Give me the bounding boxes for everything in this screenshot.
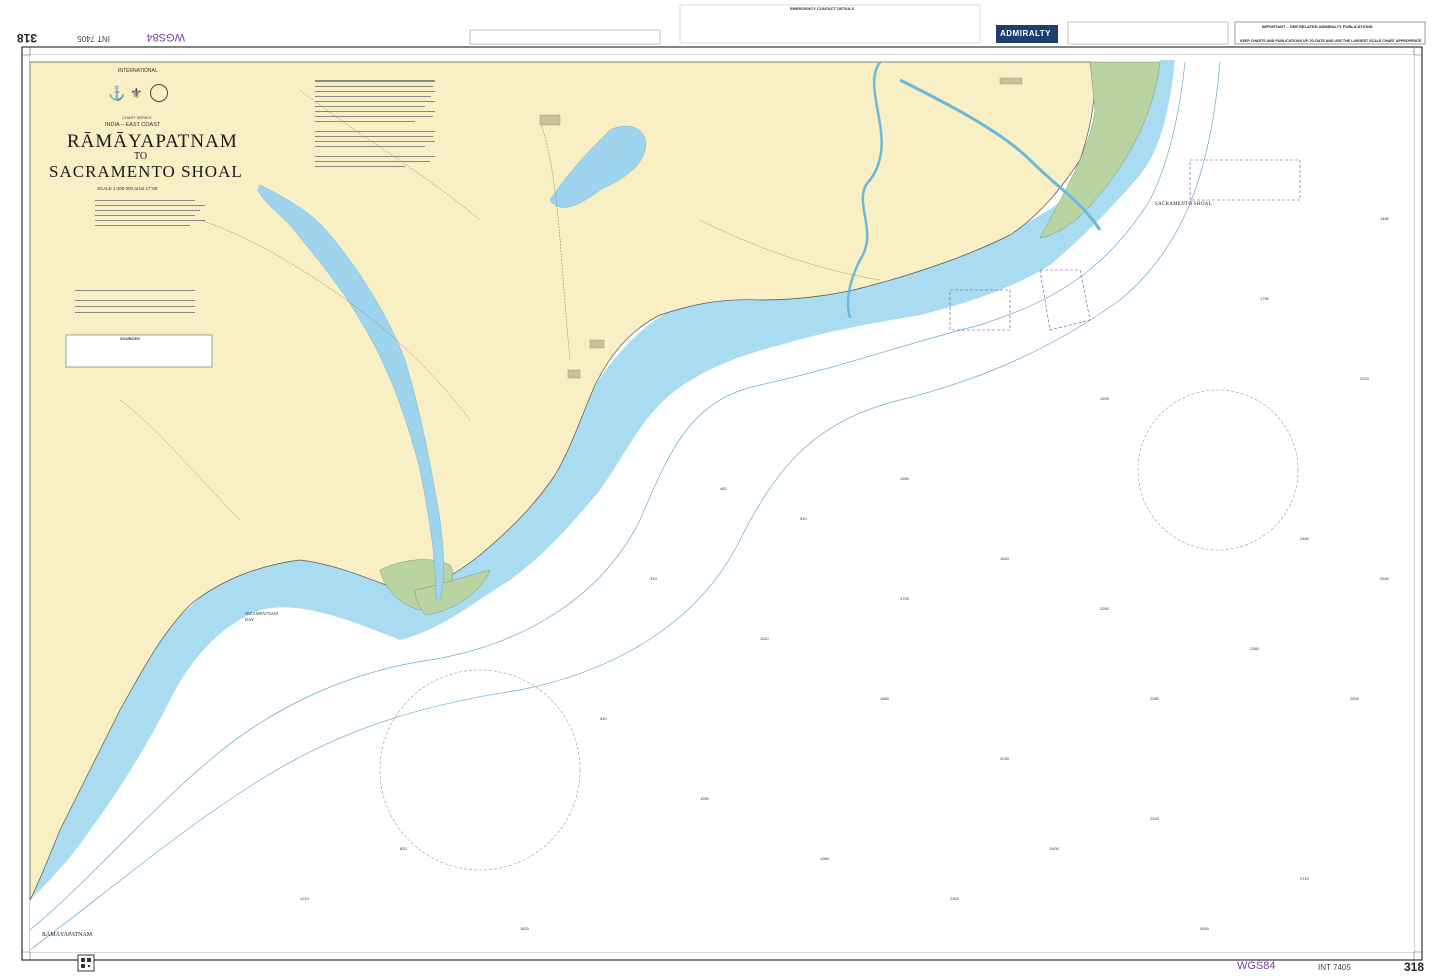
int-number-rotated: INT 7405 xyxy=(77,34,110,43)
svg-text:482: 482 xyxy=(720,486,727,491)
publisher-label: ADMIRALTY xyxy=(1000,29,1052,38)
chart-title-line1: RĀMĀYAPATNAM xyxy=(67,131,238,152)
svg-text:2200: 2200 xyxy=(1360,376,1370,381)
chart-number-rotated: 318 xyxy=(16,31,37,45)
svg-text:1210: 1210 xyxy=(300,896,310,901)
svg-text:2300: 2300 xyxy=(950,896,960,901)
svg-text:2540: 2540 xyxy=(1380,576,1390,581)
svg-text:1260: 1260 xyxy=(900,476,910,481)
datum-rotated: WGS84 xyxy=(146,31,185,43)
svg-text:820: 820 xyxy=(400,846,407,851)
svg-text:1390: 1390 xyxy=(700,796,710,801)
iho-emblems: ⚓ ⚜ xyxy=(108,84,168,106)
footer-chart-number: 318 xyxy=(1404,960,1425,974)
label-ramayapatnam-corner: RĀMĀYAPATNAM xyxy=(42,932,93,938)
footer-datum: WGS84 xyxy=(1237,960,1276,972)
sources-label: SOURCES xyxy=(120,336,140,341)
svg-text:310: 310 xyxy=(650,576,657,581)
svg-text:1700: 1700 xyxy=(900,596,910,601)
svg-text:2420: 2420 xyxy=(1150,816,1160,821)
qr-code xyxy=(77,954,95,972)
anchor-icon: ⚓ xyxy=(108,87,126,102)
svg-text:1840: 1840 xyxy=(1000,556,1010,561)
svg-text:1200: 1200 xyxy=(1100,396,1110,401)
svg-text:1960: 1960 xyxy=(820,856,830,861)
svg-text:2050: 2050 xyxy=(1100,606,1110,611)
header-box-corrections xyxy=(1067,21,1229,45)
notice-title: IMPORTANT – SEE RELATED ADMIRALTY PUBLIC… xyxy=(1262,24,1373,29)
svg-text:2460: 2460 xyxy=(1300,536,1310,541)
svg-text:2710: 2710 xyxy=(1300,876,1310,881)
notice-keep: KEEP CHARTS AND PUBLICATIONS UP-TO-DATE … xyxy=(1240,39,1422,43)
svg-text:2650: 2650 xyxy=(1200,926,1210,931)
svg-text:2030: 2030 xyxy=(1000,756,1010,761)
header-box-coverage xyxy=(469,29,661,45)
chart-title-line2: SACRAMENTO SHOAL xyxy=(49,162,243,181)
label-nizampatnam-bay: NIZAMPATNAM BAY xyxy=(245,611,278,622)
svg-text:2600: 2600 xyxy=(1350,696,1360,701)
footer-int-number: INT 7405 xyxy=(1318,963,1351,972)
svg-text:1750: 1750 xyxy=(1260,296,1270,301)
svg-text:2400: 2400 xyxy=(1050,846,1060,851)
chart-title-to: TO xyxy=(134,151,148,162)
svg-text:1480: 1480 xyxy=(1380,216,1390,221)
chart-scale: SCALE 1:400 000 at lat 17°00' xyxy=(97,186,158,191)
title-series: CHART SERIES xyxy=(122,115,152,120)
svg-text:2280: 2280 xyxy=(1150,696,1160,701)
svg-text:2380: 2380 xyxy=(1250,646,1260,651)
title-international: INTERNATIONAL xyxy=(118,68,158,74)
crest-icon: ⚜ xyxy=(130,87,143,102)
title-region: INDIA – EAST COAST xyxy=(105,122,161,128)
svg-text:1120: 1120 xyxy=(760,636,769,641)
svg-text:910: 910 xyxy=(800,516,807,521)
contact-title: EMERGENCY CONTACT DETAILS xyxy=(790,6,855,11)
svg-text:1820: 1820 xyxy=(520,926,530,931)
svg-text:540: 540 xyxy=(600,716,607,721)
seal-icon xyxy=(150,84,168,102)
svg-text:1660: 1660 xyxy=(880,696,890,701)
label-sacramento-shoal: SACRAMENTO SHOAL xyxy=(1155,202,1213,207)
